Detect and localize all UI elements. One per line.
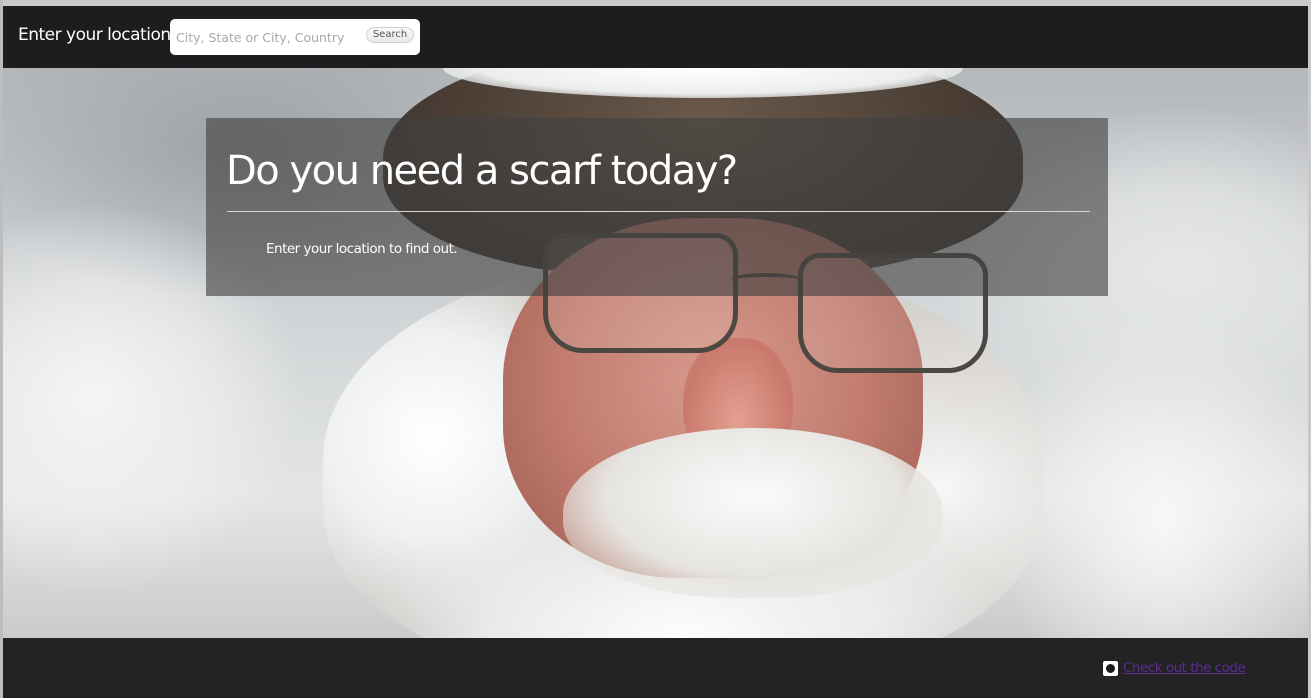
location-label: Enter your location: [18, 25, 176, 45]
location-search-form: Search [170, 19, 420, 55]
footer-bar: Check out the code [3, 638, 1308, 698]
hero-subtitle: Enter your location to find out. [266, 241, 458, 257]
hero-title: Do you need a scarf today? [226, 148, 738, 194]
window-left-edge [0, 0, 3, 698]
search-button[interactable]: Search [366, 27, 414, 43]
check-out-code-label[interactable]: Check out the code [1123, 660, 1246, 676]
page: Enter your location: Search Do you need … [0, 0, 1311, 698]
github-icon [1103, 660, 1118, 676]
location-input[interactable] [174, 27, 364, 47]
hero-panel: Do you need a scarf today? Enter your lo… [206, 118, 1108, 296]
photo-mustache [563, 428, 943, 598]
hero-divider [227, 211, 1090, 212]
top-bar: Enter your location: Search [3, 6, 1308, 68]
check-out-code-link[interactable]: Check out the code [1103, 660, 1246, 676]
